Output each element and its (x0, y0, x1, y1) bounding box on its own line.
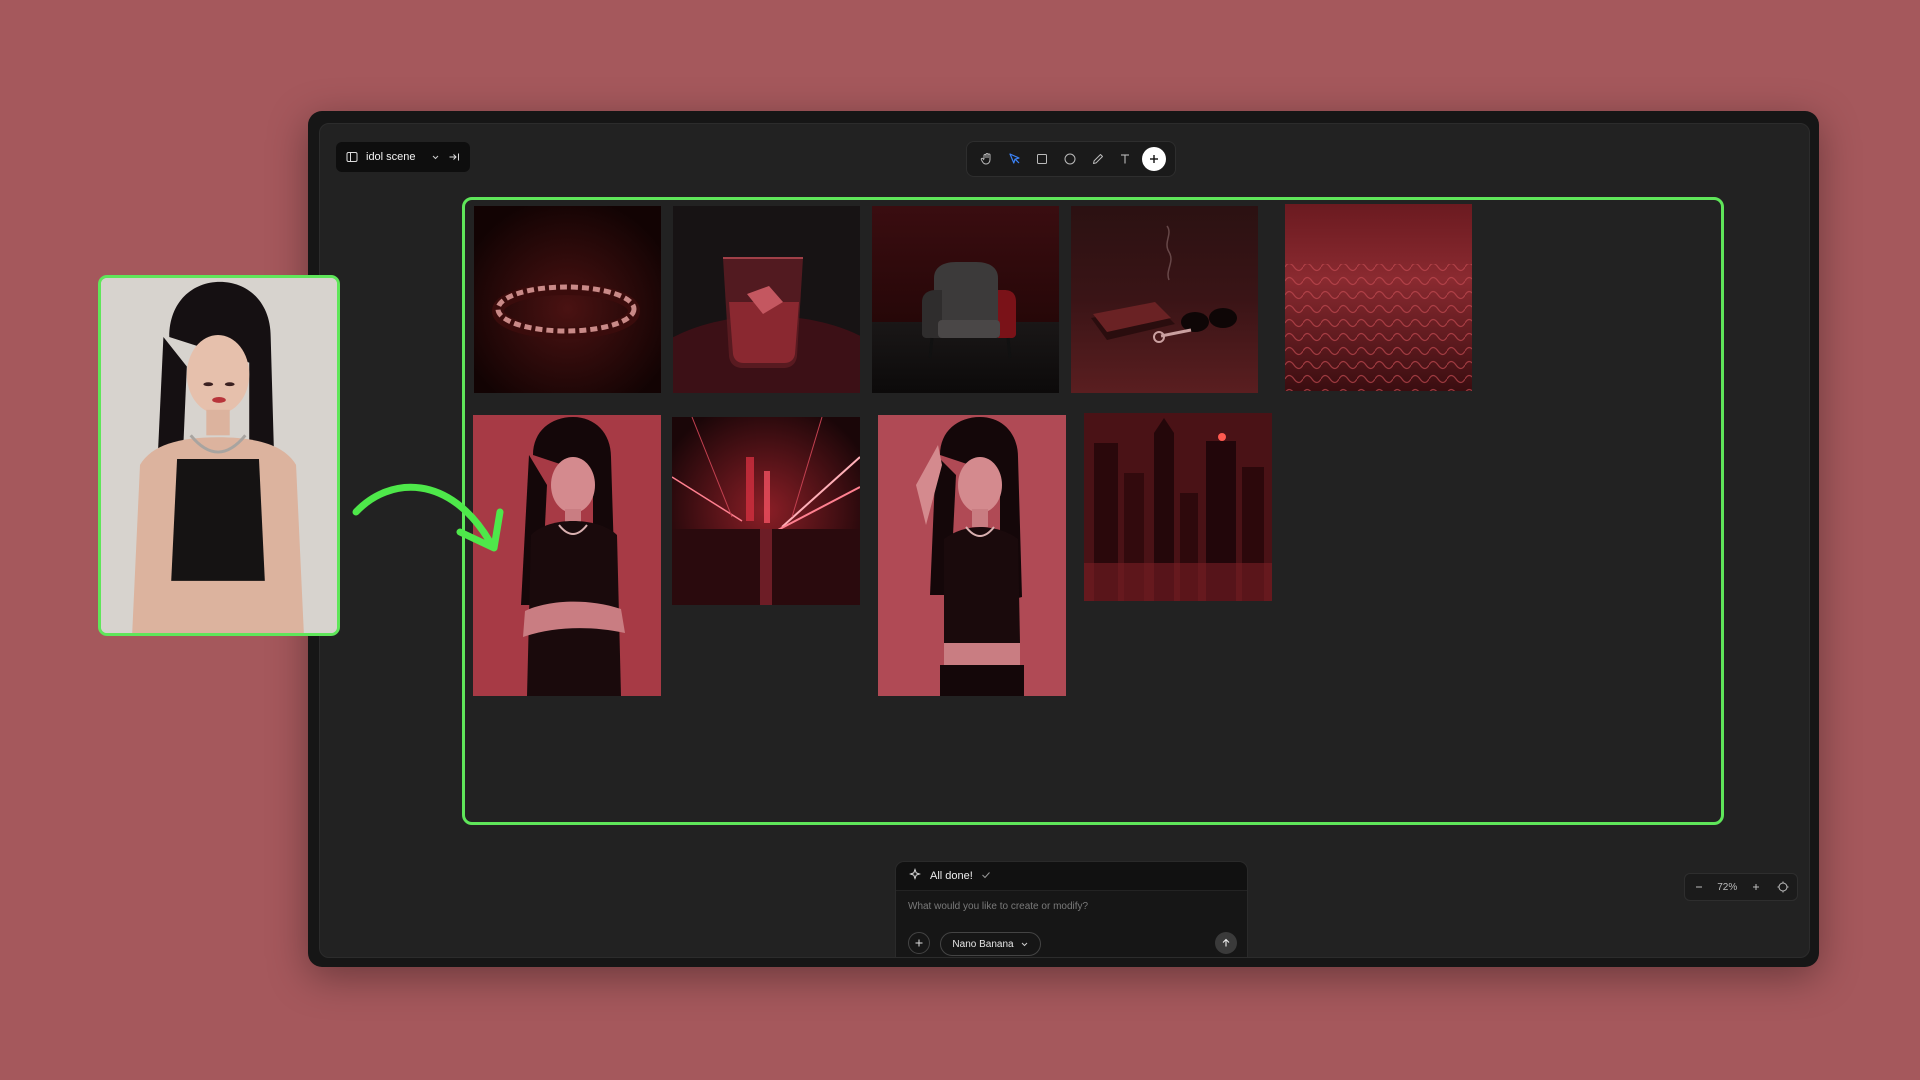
plus-icon (915, 939, 923, 947)
generation-status: All done! (896, 862, 1247, 891)
export-icon[interactable] (448, 151, 460, 163)
ai-sparkle-icon (908, 867, 922, 885)
send-button[interactable] (1215, 932, 1237, 954)
drawing-toolbar (966, 141, 1176, 177)
add-attachment-button[interactable] (908, 932, 930, 954)
zoom-control: 72% (1684, 873, 1798, 901)
pencil-icon[interactable] (1087, 148, 1109, 170)
zoom-out-button[interactable] (1690, 878, 1708, 896)
reference-photo (98, 275, 340, 636)
zoom-in-button[interactable] (1747, 878, 1765, 896)
rectangle-icon[interactable] (1031, 148, 1053, 170)
chevron-down-icon (1021, 942, 1027, 946)
reference-woman-image (101, 278, 337, 633)
project-menu[interactable]: idol scene (336, 142, 470, 172)
prompt-panel: All done! Nano Banana (895, 861, 1248, 957)
app-window: idol scene All done! What would you like… (308, 111, 1819, 967)
target-icon (1777, 881, 1789, 893)
model-name: Nano Banana (952, 938, 1014, 950)
selection-frame[interactable] (462, 197, 1724, 825)
prompt-input[interactable] (908, 901, 1228, 912)
green-arrow-icon (352, 483, 504, 552)
zoom-level: 72% (1717, 881, 1738, 893)
minus-icon (1695, 886, 1702, 888)
fit-to-screen-button[interactable] (1774, 878, 1792, 896)
status-text: All done! (930, 870, 973, 882)
model-select[interactable]: Nano Banana (940, 932, 1041, 956)
chevron-down-icon[interactable] (431, 153, 440, 162)
plus-icon (1752, 884, 1759, 890)
pointer-icon[interactable] (1004, 148, 1026, 170)
text-icon[interactable] (1114, 148, 1136, 170)
arrow-up-icon (1222, 938, 1230, 947)
prompt-input-area: Nano Banana (896, 891, 1247, 957)
hand-icon[interactable] (976, 148, 998, 170)
project-name[interactable]: idol scene (366, 151, 423, 163)
sidebar-toggle-icon[interactable] (346, 151, 358, 163)
plus-icon[interactable] (1142, 147, 1167, 171)
check-icon (981, 870, 991, 883)
canvas[interactable]: idol scene All done! What would you like… (319, 123, 1810, 958)
ellipse-icon[interactable] (1059, 148, 1081, 170)
